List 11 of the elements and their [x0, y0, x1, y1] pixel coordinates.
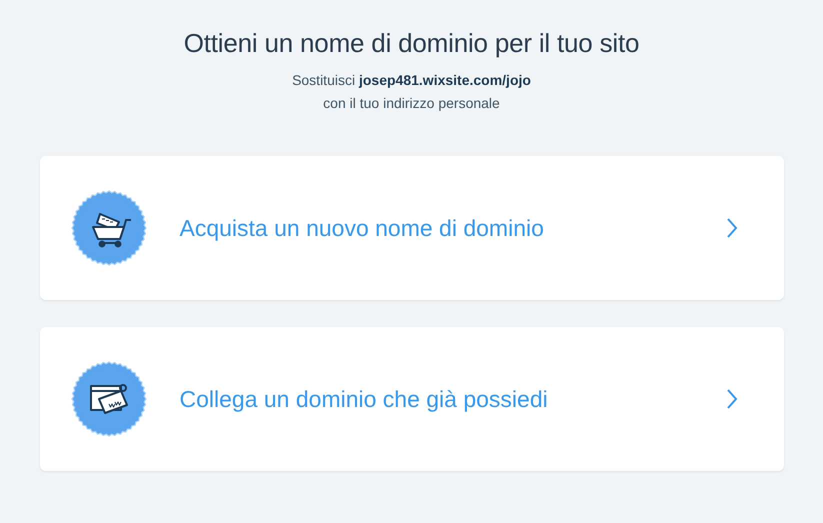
option-label: Acquista un nuovo nome di dominio: [180, 214, 545, 242]
shopping-cart-icon: [70, 189, 148, 267]
option-label: Collega un dominio che già possiedi: [180, 386, 549, 412]
option-card[interactable]: Collega un dominio che già possiedi: [40, 327, 784, 471]
page-title: Ottieni un nome di dominio per il tuo sito: [184, 28, 640, 59]
subtitle-text: Sostituisci josep481.wixsite.com/jojo: [292, 71, 531, 89]
chevron-right-icon: [726, 388, 738, 410]
browser-tag-icon: [70, 360, 148, 438]
subtitle-text: con il tuo indirizzo personale: [323, 94, 500, 112]
option-card[interactable]: Acquista un nuovo nome di dominio: [40, 156, 784, 300]
chevron-right-icon: [726, 217, 738, 239]
